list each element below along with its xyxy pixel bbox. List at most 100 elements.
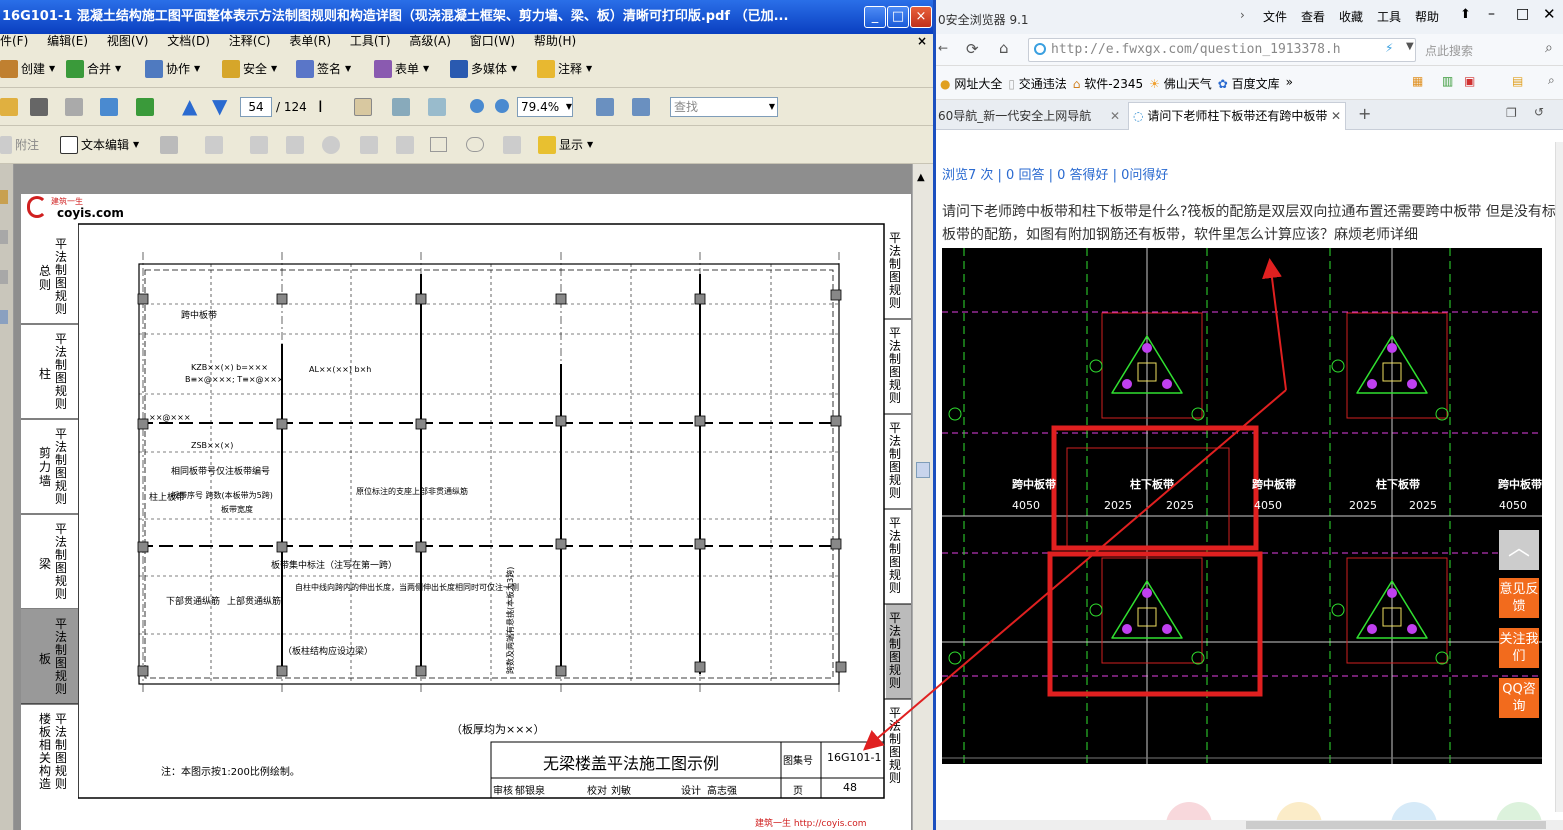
favorite-item[interactable]: ▯ 交通违法 (1008, 75, 1066, 92)
next-page-icon[interactable]: ▼ (212, 94, 227, 118)
skin-icon[interactable]: ⬆ (1460, 7, 1471, 22)
scroll-thumb[interactable] (916, 462, 930, 478)
rectangle-tool-icon[interactable] (430, 137, 447, 152)
line-tool-icon[interactable] (396, 136, 414, 154)
previous-page-icon[interactable]: ▲ (182, 94, 197, 118)
apps-icon[interactable]: ▦ (1412, 74, 1423, 88)
callout-icon[interactable] (250, 136, 268, 154)
favorite-item[interactable]: ☀ 佛山天气 (1149, 75, 1212, 92)
menu-view[interactable]: 视图(V) (107, 34, 149, 48)
secure-button[interactable]: 安全 ▼ (222, 50, 277, 87)
right-tab-5[interactable]: 平法制图规则 (889, 612, 903, 690)
zoom-out-icon[interactable] (470, 99, 484, 113)
left-tab-column[interactable]: 柱 平法制图规则 (21, 329, 78, 419)
back-to-top-button[interactable]: ︿ (1499, 530, 1539, 570)
page-number-input[interactable]: 54 (240, 97, 272, 117)
arrow-tool-icon[interactable] (360, 136, 378, 154)
multimedia-button[interactable]: 多媒体 ▼ (450, 50, 517, 87)
signatures-icon[interactable] (0, 270, 8, 284)
favorite-item[interactable]: ✿ 百度文库 (1218, 75, 1280, 92)
menu-chevron-icon[interactable]: › (1240, 8, 1245, 22)
weibo-circle[interactable] (1391, 802, 1437, 820)
save-icon[interactable] (65, 98, 83, 116)
right-tab-6[interactable]: 平法制图规则 (889, 707, 903, 785)
restore-tab-icon[interactable]: ❐ (1506, 106, 1517, 120)
home-icon[interactable]: ⌂ (999, 39, 1009, 57)
left-tab-general[interactable]: 总则 平法制图规则 (21, 234, 78, 324)
search-input[interactable]: 点此搜索 ⌕ (1423, 38, 1563, 62)
menubar-close-icon[interactable]: × (917, 34, 927, 48)
sign-button[interactable]: 签名 ▼ (296, 50, 351, 87)
follow-us-button[interactable]: 关注我们 (1499, 628, 1539, 668)
fit-page-icon[interactable] (632, 98, 650, 116)
menu-document[interactable]: 文档(D) (167, 34, 210, 48)
pdf-vertical-scrollbar[interactable]: ▲ (912, 164, 933, 830)
browser-menu-favorites[interactable]: 收藏 (1339, 8, 1363, 25)
menu-tools[interactable]: 工具(T) (350, 34, 391, 48)
forms-button[interactable]: 表单 ▼ (374, 50, 429, 87)
star-circle[interactable] (1276, 802, 1322, 820)
menu-file[interactable]: 件(F) (0, 34, 28, 48)
reader-icon[interactable]: ▥ (1442, 74, 1453, 88)
close-button[interactable]: × (910, 6, 932, 28)
zoom-level-select[interactable]: 79.4% ▼ (517, 97, 573, 117)
wechat-circle[interactable] (1496, 802, 1542, 820)
fit-width-icon[interactable] (596, 98, 614, 116)
comment-button[interactable]: 注释 ▼ (537, 50, 592, 87)
back-icon[interactable]: ← (938, 41, 948, 55)
browser-menu-view[interactable]: 查看 (1301, 8, 1325, 25)
menu-edit[interactable]: 编辑(E) (47, 34, 88, 48)
browser-close-icon[interactable]: ✕ (1543, 5, 1556, 23)
send-icon[interactable] (136, 98, 154, 116)
browser-minimize-icon[interactable]: – (1488, 6, 1495, 22)
minimize-button[interactable]: _ (864, 6, 886, 28)
right-tab-1[interactable]: 平法制图规则 (889, 232, 903, 310)
combine-button[interactable]: 合并 ▼ (66, 50, 121, 87)
marquee-zoom-icon[interactable] (392, 98, 410, 116)
collaborate-button[interactable]: 协作 ▼ (145, 50, 200, 87)
favorite-item[interactable]: ⌂ 软件-2345 (1073, 75, 1143, 92)
browser-menu-file[interactable]: 文件 (1263, 8, 1287, 25)
page-scrollbar[interactable] (1555, 142, 1563, 812)
bookmarks-icon[interactable] (0, 230, 8, 244)
tab-question[interactable]: ◌ 请问下老师柱下板带还有跨中板带 ✕ (1128, 102, 1346, 130)
menu-forms[interactable]: 表单(R) (289, 34, 331, 48)
pages-icon[interactable] (0, 190, 8, 204)
left-tab-slab[interactable]: 板 平法制图规则 (21, 614, 78, 704)
layers-icon[interactable] (0, 310, 8, 324)
show-button[interactable]: 显示 ▼ (538, 126, 593, 163)
hand-tool-icon[interactable] (354, 98, 372, 116)
undo-close-icon[interactable]: ↺ (1534, 105, 1544, 119)
create-button[interactable]: 创建 ▼ (0, 50, 55, 87)
find-input[interactable]: 查找 ▼ (670, 97, 778, 117)
favorites-more[interactable]: » (1286, 75, 1293, 92)
url-field[interactable]: http://e.fwxgx.com/question_1913378.h ⚡ (1028, 38, 1416, 62)
scroll-up-icon[interactable]: ▲ (917, 172, 925, 183)
favorite-item[interactable]: ● 网址大全 (940, 75, 1002, 92)
browser-menu-tools[interactable]: 工具 (1377, 8, 1401, 25)
tab-nav[interactable]: 60导航_新一代安全上网导航 ✕ (936, 104, 1126, 130)
select-text-icon[interactable]: I (318, 97, 323, 116)
left-tab-shear-wall[interactable]: 剪力墙 平法制图规则 (21, 424, 78, 514)
right-tab-2[interactable]: 平法制图规则 (889, 327, 903, 405)
print-icon[interactable] (30, 98, 48, 116)
left-tab-beam[interactable]: 梁 平法制图规则 (21, 519, 78, 609)
cloud-icon[interactable] (322, 136, 340, 154)
zoom-in-icon[interactable] (495, 99, 509, 113)
left-tab-slab-related[interactable]: 楼板相关构造 平法制图规则 (21, 709, 78, 809)
refresh-icon[interactable]: ⟳ (966, 40, 979, 58)
zoom-lens-icon[interactable]: ⌕ (1548, 73, 1555, 88)
right-tab-4[interactable]: 平法制图规则 (889, 517, 903, 595)
pencil-tool-icon[interactable] (503, 136, 521, 154)
note-icon[interactable] (286, 136, 304, 154)
zoom-icon[interactable] (428, 98, 446, 116)
qq-consult-button[interactable]: QQ咨询 (1499, 678, 1539, 718)
browser-menu-help[interactable]: 帮助 (1415, 8, 1439, 25)
navigation-panel[interactable] (0, 164, 14, 830)
tab-close-icon[interactable]: ✕ (1110, 104, 1120, 128)
toolbox-icon[interactable]: ▤ (1512, 74, 1523, 88)
url-dropdown-icon[interactable]: ▼ (1406, 41, 1414, 52)
maximize-button[interactable]: □ (887, 6, 909, 28)
h-scroll-thumb[interactable] (1246, 821, 1546, 829)
email-icon[interactable] (100, 98, 118, 116)
